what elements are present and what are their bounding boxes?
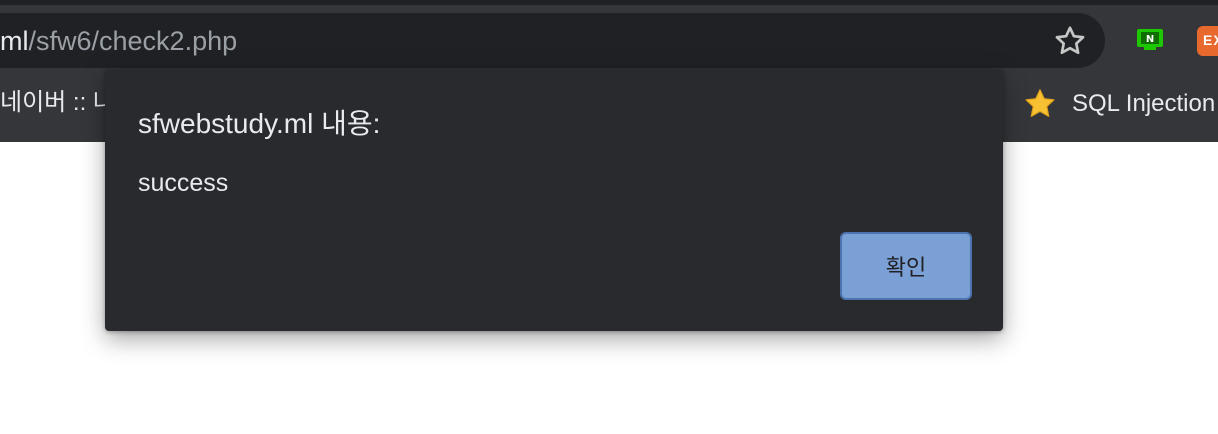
naver-extension-icon[interactable]: N: [1136, 28, 1164, 52]
bookmark-star-icon[interactable]: [1052, 23, 1088, 59]
naver-extension-label: N: [1146, 34, 1154, 45]
bookmark-naver[interactable]: 네이버 :: 나: [0, 88, 115, 118]
dialog-message: success: [138, 169, 229, 197]
star-filled-icon: [1025, 89, 1055, 117]
url-host: ml: [0, 26, 29, 56]
bookmark-label: SQL Injection: [1072, 90, 1216, 117]
ex-extension-icon[interactable]: EX: [1197, 26, 1218, 56]
alert-dialog: sfwebstudy.ml 내용: success 확인: [105, 69, 1003, 331]
address-url[interactable]: ml/sfw6/check2.php: [0, 25, 237, 57]
ok-button[interactable]: 확인: [840, 232, 972, 300]
dialog-title: sfwebstudy.ml 내용:: [138, 108, 381, 139]
url-path: /sfw6/check2.php: [28, 26, 238, 56]
ex-extension-label: EX: [1203, 32, 1218, 48]
tab-strip-edge: [0, 0, 1218, 5]
